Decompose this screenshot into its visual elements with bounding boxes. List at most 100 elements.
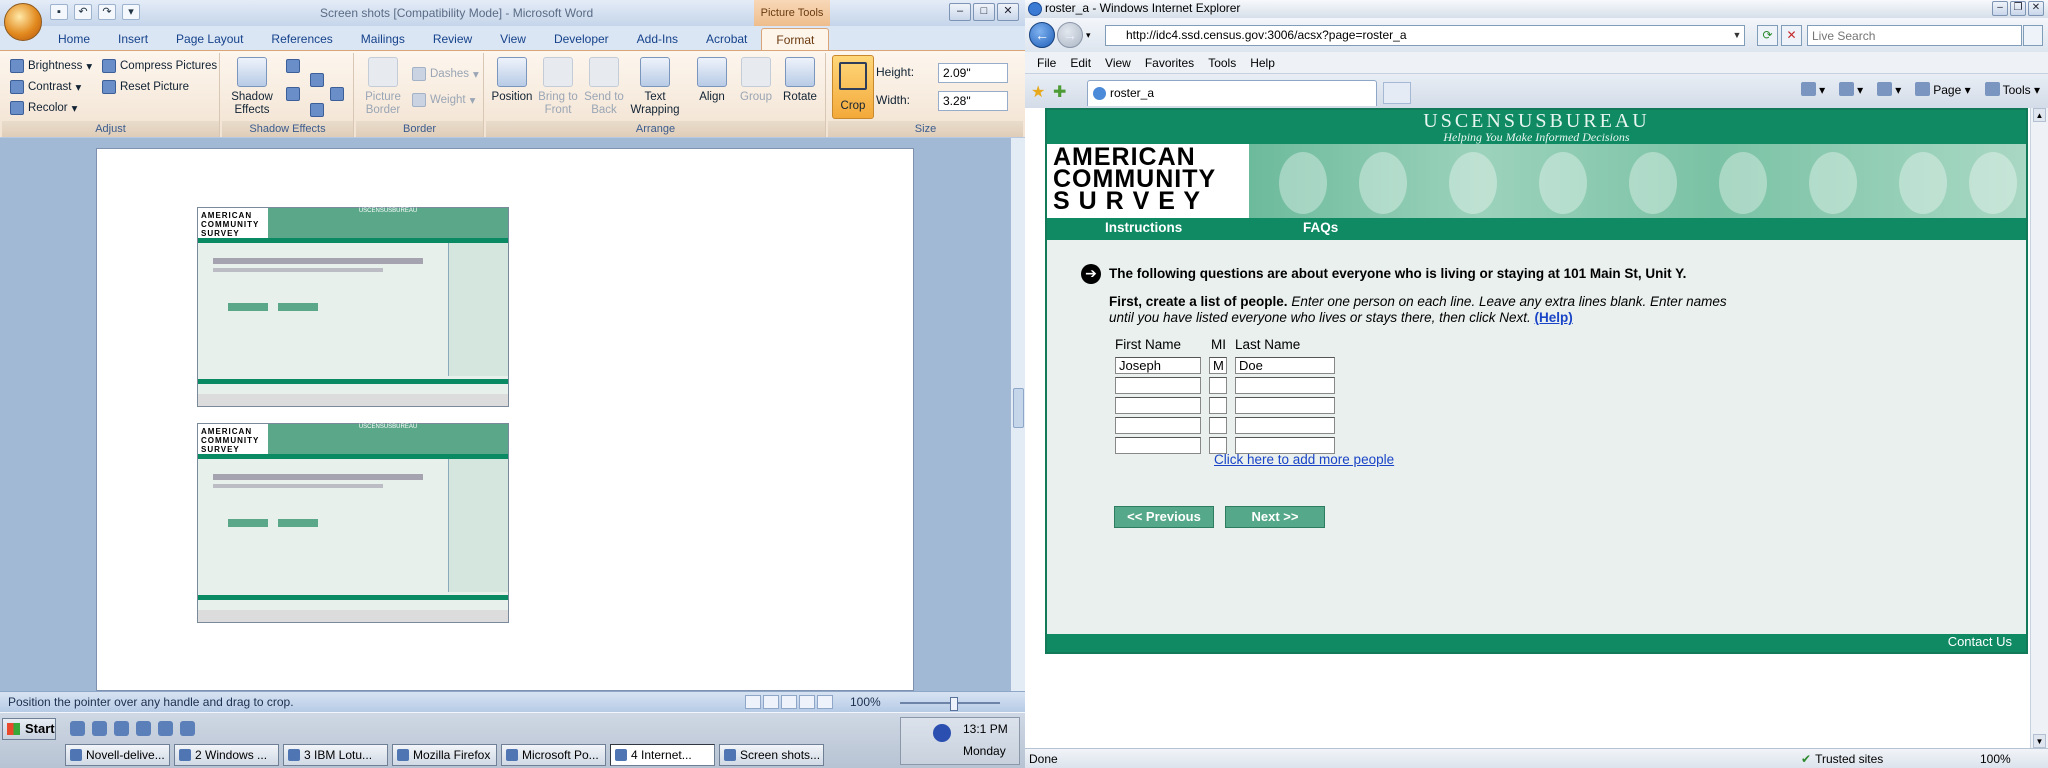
last-name-input[interactable]: Doe <box>1235 357 1335 374</box>
network-icon[interactable] <box>933 724 951 742</box>
ie-zoom-level[interactable]: 100% <box>1980 752 2011 766</box>
folder-launch-icon[interactable] <box>114 721 129 736</box>
feeds-icon[interactable]: ▾ <box>1839 82 1863 97</box>
bring-to-front-button[interactable]: Bring to Front <box>536 57 580 117</box>
ie-launch-icon[interactable] <box>70 721 85 736</box>
office-button[interactable] <box>4 3 42 41</box>
maximize-icon[interactable]: □ <box>973 3 995 21</box>
task-button[interactable]: Screen shots... <box>719 744 824 766</box>
next-button[interactable]: Next >> <box>1225 506 1325 528</box>
task-button[interactable]: Novell-delive... <box>65 744 170 766</box>
picture-border-button[interactable]: Picture Border <box>358 57 408 117</box>
scroll-thumb[interactable] <box>1013 388 1024 428</box>
stop-icon[interactable]: ✕ <box>1781 25 1802 46</box>
menu-help[interactable]: Help <box>1243 52 1282 73</box>
task-button[interactable]: Mozilla Firefox <box>392 744 497 766</box>
last-name-input[interactable] <box>1235 397 1335 414</box>
web-layout-icon[interactable] <box>781 695 797 709</box>
menu-edit[interactable]: Edit <box>1063 52 1098 73</box>
brightness-button[interactable]: Brightness ▾ <box>10 59 92 73</box>
tab-view[interactable]: View <box>486 28 540 50</box>
add-more-people-link[interactable]: Click here to add more people <box>1214 452 1394 467</box>
instructions-link[interactable]: Instructions <box>1105 220 1182 235</box>
middle-initial-input[interactable] <box>1209 397 1227 414</box>
middle-initial-input[interactable] <box>1209 377 1227 394</box>
menu-file[interactable]: File <box>1030 52 1063 73</box>
messenger-launch-icon[interactable] <box>180 721 195 736</box>
close-icon[interactable]: ✕ <box>997 3 1019 21</box>
middle-initial-input[interactable] <box>1209 417 1227 434</box>
recolor-button[interactable]: Recolor ▾ <box>10 101 77 115</box>
security-zone[interactable]: Trusted sites <box>1801 752 1883 766</box>
tab-review[interactable]: Review <box>419 28 486 50</box>
search-icon[interactable] <box>2023 25 2043 46</box>
tab-acrobat[interactable]: Acrobat <box>692 28 761 50</box>
redo-icon[interactable]: ↷ <box>98 4 116 20</box>
align-button[interactable]: Align <box>690 57 734 104</box>
tab-format[interactable]: Format <box>761 28 830 50</box>
menu-favorites[interactable]: Favorites <box>1138 52 1201 73</box>
dashes-button[interactable]: Dashes ▾ <box>412 67 479 81</box>
restore-icon[interactable]: ❐ <box>2010 1 2026 16</box>
task-button[interactable]: 4 Internet... <box>610 744 715 766</box>
address-bar[interactable]: http://idc4.ssd.census.gov:3006/acsx?pag… <box>1105 25 1745 46</box>
reset-picture-button[interactable]: Reset Picture <box>102 80 189 94</box>
clock-time[interactable]: 13:1 PM <box>963 722 1008 736</box>
new-tab-button[interactable] <box>1383 82 1411 104</box>
send-to-back-button[interactable]: Send to Back <box>582 57 626 117</box>
compress-pictures-button[interactable]: Compress Pictures <box>102 59 217 73</box>
width-input[interactable]: 3.28" <box>938 91 1008 111</box>
scroll-up-icon[interactable]: ▲ <box>2033 108 2046 122</box>
task-button[interactable]: 2 Windows ... <box>174 744 279 766</box>
zoom-slider[interactable] <box>900 697 1000 711</box>
task-button[interactable]: 3 IBM Lotu... <box>283 744 388 766</box>
close-icon[interactable]: ✕ <box>2028 1 2044 16</box>
middle-initial-input[interactable]: M <box>1209 357 1227 374</box>
home-icon[interactable]: ▾ <box>1801 82 1825 97</box>
print-layout-icon[interactable] <box>745 695 761 709</box>
first-name-input[interactable] <box>1115 397 1201 414</box>
tab-add-ins[interactable]: Add-Ins <box>623 28 692 50</box>
ie-vertical-scrollbar[interactable]: ▲ ▼ <box>2030 108 2048 748</box>
screenshot-thumbnail-1[interactable]: AMERICAN COMMUNITY SURVEY USCENSUSBUREAU <box>197 207 509 407</box>
back-icon[interactable]: ← <box>1029 22 1055 48</box>
outline-icon[interactable] <box>799 695 815 709</box>
last-name-input[interactable] <box>1235 417 1335 434</box>
full-screen-icon[interactable] <box>763 695 779 709</box>
nudge-down-button[interactable] <box>310 103 324 117</box>
weight-button[interactable]: Weight ▾ <box>412 93 475 107</box>
shadow-effects-button[interactable]: Shadow Effects <box>226 57 278 117</box>
rotate-button[interactable]: Rotate <box>778 57 822 104</box>
help-link[interactable]: (Help) <box>1534 310 1572 325</box>
faqs-link[interactable]: FAQs <box>1303 220 1338 235</box>
task-button[interactable]: Microsoft Po... <box>501 744 606 766</box>
height-input[interactable]: 2.09" <box>938 63 1008 83</box>
group-button[interactable]: Group <box>734 57 778 104</box>
favorites-star-icon[interactable]: ★ <box>1031 82 1045 102</box>
menu-view[interactable]: View <box>1098 52 1138 73</box>
text-wrapping-button[interactable]: Text Wrapping <box>630 57 680 117</box>
tools-menu[interactable]: Tools ▾ <box>1984 82 2040 97</box>
recent-pages-icon[interactable]: ▾ <box>1086 30 1091 41</box>
zoom-level[interactable]: 100% <box>850 695 881 709</box>
last-name-input[interactable] <box>1235 377 1335 394</box>
first-name-input[interactable] <box>1115 417 1201 434</box>
print-icon[interactable]: ▾ <box>1877 82 1901 97</box>
document-page[interactable]: AMERICAN COMMUNITY SURVEY USCENSUSBUREAU AM… <box>96 148 914 691</box>
forward-icon[interactable]: → <box>1057 22 1083 48</box>
menu-tools[interactable]: Tools <box>1201 52 1243 73</box>
tab-home[interactable]: Home <box>44 28 104 50</box>
app-launch-icon[interactable] <box>158 721 173 736</box>
nudge-right-button[interactable] <box>330 87 344 101</box>
screenshot-thumbnail-2[interactable]: AMERICAN COMMUNITY SURVEY USCENSUSBUREAU <box>197 423 509 623</box>
add-favorite-icon[interactable]: ✚ <box>1053 82 1066 102</box>
scroll-down-icon[interactable]: ▼ <box>2033 734 2046 748</box>
crop-button[interactable]: Crop <box>832 55 874 119</box>
first-name-input[interactable] <box>1115 437 1201 454</box>
tab-mailings[interactable]: Mailings <box>347 28 419 50</box>
minimize-icon[interactable]: – <box>949 3 971 21</box>
page-menu[interactable]: Page ▾ <box>1915 82 1971 97</box>
first-name-input[interactable]: Joseph <box>1115 357 1201 374</box>
customize-qat-icon[interactable]: ▾ <box>122 4 140 20</box>
tab-developer[interactable]: Developer <box>540 28 623 50</box>
